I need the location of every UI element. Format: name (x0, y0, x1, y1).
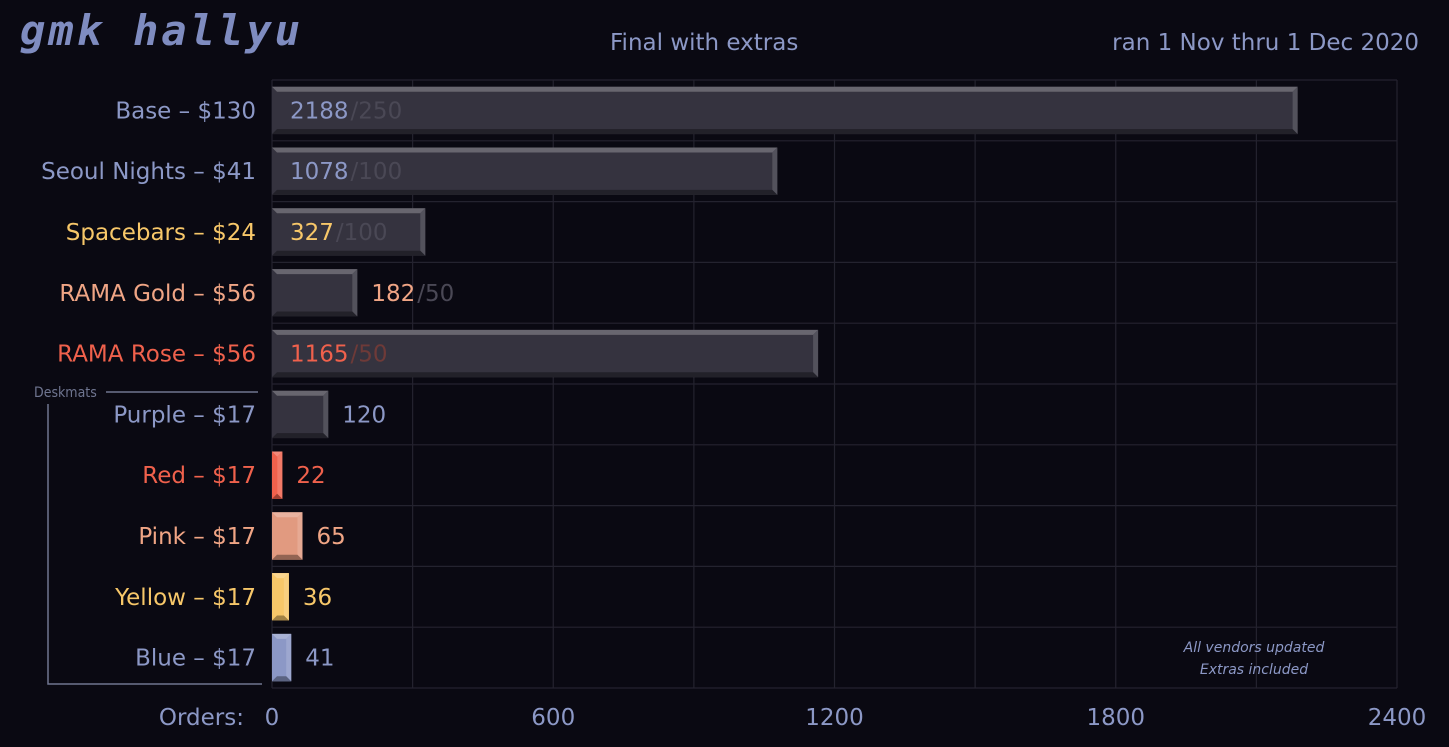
category-label: Purple – $17 (113, 402, 256, 428)
bar-bevel-top (272, 208, 426, 214)
bar: 2188/250 (272, 86, 1298, 135)
value-label: 22 (296, 463, 325, 489)
value-label: 182 (371, 281, 415, 307)
category-label: RAMA Rose – $56 (57, 342, 256, 368)
value-label: 2188 (290, 98, 349, 124)
x-tick-label: 1800 (1086, 705, 1145, 731)
bar-body (272, 86, 1298, 135)
target-label: /100 (336, 220, 388, 246)
bar-bevel-bottom (272, 311, 358, 317)
group-label: Deskmats (34, 385, 97, 401)
value-label: 120 (342, 402, 386, 428)
bar-bevel-right (323, 390, 329, 439)
bar-bevel-top (272, 329, 819, 335)
target-label: /50 (351, 342, 388, 368)
bar: 41 (272, 633, 335, 682)
bar: 1078/100 (272, 147, 778, 195)
bar-bevel-right (772, 147, 778, 195)
bar: 65 (272, 512, 346, 560)
x-axis: 0 600 1200 1800 2400 Orders: (159, 705, 1426, 731)
value-label: 65 (316, 524, 345, 550)
category-label: Red – $17 (142, 463, 256, 489)
target-label: /100 (351, 159, 403, 185)
x-tick-label: 2400 (1368, 705, 1427, 731)
value-label: 1078 (290, 159, 349, 185)
note-text: Extras included (1200, 662, 1308, 678)
bar-bevel-right (277, 451, 283, 499)
bar-bevel-top (272, 269, 358, 275)
value-label: 1165 (290, 342, 349, 368)
bar-bevel-top (272, 390, 329, 396)
x-tick-label: 600 (531, 705, 575, 731)
category-label: RAMA Gold – $56 (59, 281, 256, 307)
bar: 182/50 (272, 269, 454, 317)
category-label: Yellow – $17 (114, 585, 256, 611)
bar-body (272, 269, 358, 317)
category-label: Base – $130 (115, 98, 256, 124)
bar-bevel-top (272, 86, 1298, 92)
bar-bevel-right (297, 512, 303, 560)
bar-chart: 2188/2501078/100327/100182/501165/501202… (34, 79, 1426, 731)
x-tick-label: 0 (265, 705, 280, 731)
value-label: 36 (303, 585, 332, 611)
target-label: /250 (351, 98, 403, 124)
category-label: Seoul Nights – $41 (41, 159, 256, 185)
bar: 36 (272, 573, 332, 621)
bar-bevel-right (420, 208, 426, 256)
x-tick-label: 1200 (805, 705, 864, 731)
bar: 120 (272, 390, 386, 439)
category-label: Pink – $17 (138, 524, 256, 550)
bar-bevel-right (286, 633, 292, 682)
category-label: Blue – $17 (135, 646, 256, 672)
bar-bevel-bottom (272, 433, 329, 439)
value-label: 41 (305, 646, 334, 672)
bar: 22 (272, 451, 326, 499)
target-label: /50 (417, 281, 454, 307)
x-axis-label: Orders: (159, 705, 244, 731)
value-label: 327 (290, 220, 334, 246)
bar-bevel-top (272, 147, 778, 153)
bar-bevel-bottom (272, 554, 303, 560)
bar-bevel-bottom (272, 372, 819, 378)
bar: 1165/50 (272, 329, 819, 378)
bar-bevel-right (1292, 86, 1298, 135)
category-label: Spacebars – $24 (66, 220, 256, 246)
bar-bevel-bottom (272, 129, 1298, 135)
bar-bevel-bottom (272, 250, 426, 256)
note-text: All vendors updated (1183, 640, 1325, 656)
bar-bevel-right (813, 329, 819, 378)
bar-body (272, 390, 329, 439)
bar-bevel-right (283, 573, 289, 621)
bar-bevel-right (352, 269, 358, 317)
bar-bevel-top (272, 512, 303, 518)
bar-bevel-bottom (272, 189, 778, 195)
bar: 327/100 (272, 208, 426, 256)
